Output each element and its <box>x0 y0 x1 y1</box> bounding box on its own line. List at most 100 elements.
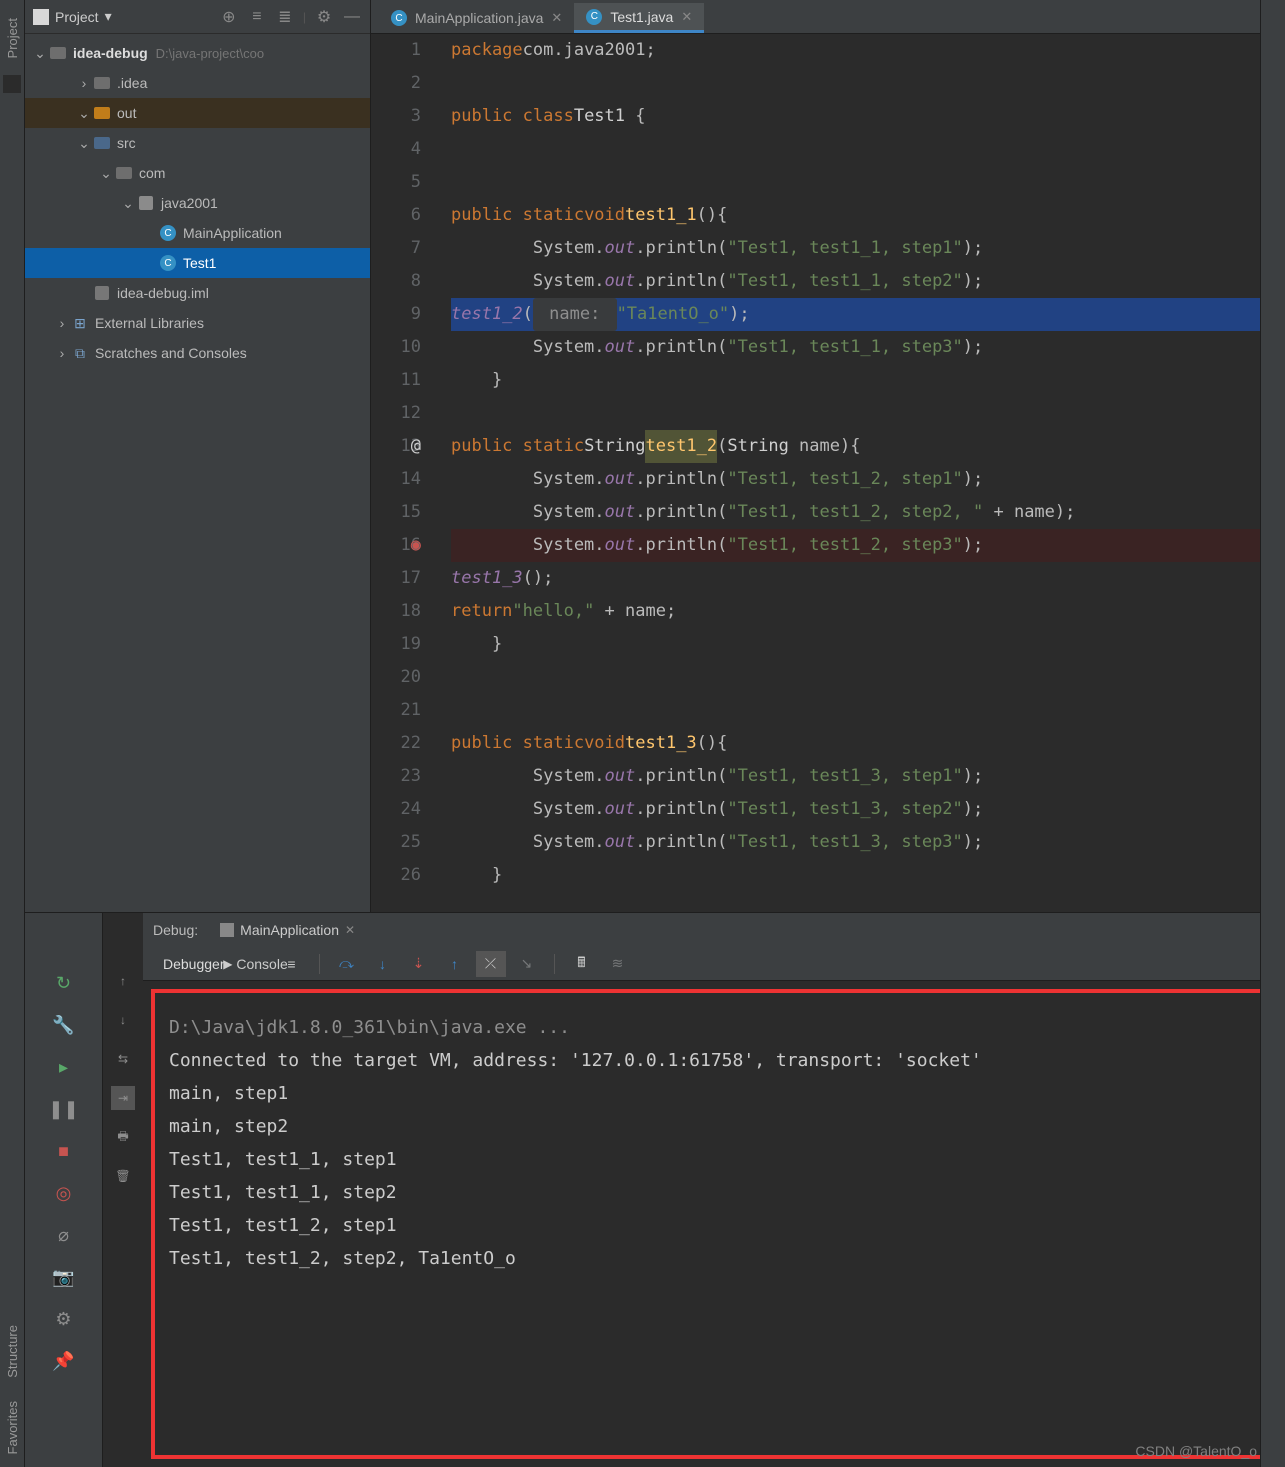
print-icon[interactable]: 🖶 <box>111 1125 135 1149</box>
tree-row[interactable]: CMainApplication <box>25 218 370 248</box>
code-line[interactable]: return "hello," + name; <box>451 595 1285 628</box>
console-line: Test1, test1_2, step1 <box>169 1209 1259 1242</box>
gutter[interactable]: 12345678910111213@141516◉171819202122232… <box>371 34 443 912</box>
step-over-icon[interactable]: ⤼ <box>332 951 362 977</box>
favorites-tab-button[interactable]: Favorites <box>3 1395 22 1463</box>
tree-root[interactable]: ⌄ idea-debug D:\java-project\coo <box>25 38 370 68</box>
hide-icon[interactable]: — <box>342 7 362 27</box>
code-line[interactable]: System.out.println("Test1, test1_2, step… <box>451 529 1285 562</box>
code-line[interactable]: public class Test1 { <box>451 100 1285 133</box>
code-line[interactable]: System.out.println("Test1, test1_2, step… <box>451 463 1285 496</box>
wrench-icon[interactable]: 🔧 <box>50 1011 78 1039</box>
tree-row[interactable]: idea-debug.iml <box>25 278 370 308</box>
console-line: Connected to the target VM, address: '12… <box>169 1044 1259 1077</box>
stop-icon[interactable]: ■ <box>50 1137 78 1165</box>
debug-panel: ↻ 🔧 ▸ ❚❚ ■ ◎ ⌀ 📷 ⚙ 📌 ↑ ↓ ⇆ ⇥ 🖶 🗑 Debug: … <box>25 912 1285 1467</box>
code-line[interactable]: System.out.println("Test1, test1_1, step… <box>451 331 1285 364</box>
close-icon[interactable]: ✕ <box>345 923 355 937</box>
tree-row[interactable]: ⌄java2001 <box>25 188 370 218</box>
debug-run-controls: ↻ 🔧 ▸ ❚❚ ■ ◎ ⌀ 📷 ⚙ 📌 <box>25 913 103 1467</box>
code-body[interactable]: package com.java2001; public class Test1 … <box>443 34 1285 912</box>
step-out-icon[interactable]: ↑ <box>440 951 470 977</box>
code-line[interactable]: System.out.println("Test1, test1_1, step… <box>451 232 1285 265</box>
code-line[interactable]: System.out.println("Test1, test1_3, step… <box>451 760 1285 793</box>
close-icon[interactable]: ✕ <box>681 9 692 25</box>
tree-row[interactable]: CTest1 <box>25 248 370 278</box>
chevron-down-icon: ▾ <box>105 8 112 25</box>
view-breakpoints-icon[interactable]: ◎ <box>50 1179 78 1207</box>
camera-icon[interactable]: 📷 <box>50 1263 78 1291</box>
code-area[interactable]: 12345678910111213@141516◉171819202122232… <box>371 34 1285 912</box>
project-tab-button[interactable]: Project <box>3 12 22 67</box>
threads-icon[interactable]: ≡ <box>277 951 307 977</box>
code-line[interactable]: public static void test1_1(){ <box>451 199 1285 232</box>
collapse-icon[interactable]: ≣ <box>275 7 295 27</box>
editor-tab[interactable]: CTest1.java✕ <box>574 3 704 33</box>
up-arrow-icon[interactable]: ↑ <box>111 969 135 993</box>
resume-icon[interactable]: ▸ <box>50 1053 78 1081</box>
debug-label: Debug: <box>153 922 198 938</box>
project-title: Project <box>55 9 99 25</box>
code-line[interactable] <box>451 67 1285 100</box>
code-line[interactable]: public static String test1_2(String name… <box>451 430 1285 463</box>
clear-icon[interactable]: 🗑 <box>111 1164 135 1188</box>
pause-icon[interactable]: ❚❚ <box>50 1095 78 1123</box>
tree-row[interactable]: ⌄out <box>25 98 370 128</box>
code-line[interactable]: System.out.println("Test1, test1_3, step… <box>451 793 1285 826</box>
force-step-into-icon[interactable]: ⇣ <box>404 951 434 977</box>
pin-icon[interactable]: 📌 <box>50 1347 78 1375</box>
code-line[interactable] <box>451 133 1285 166</box>
code-line[interactable]: } <box>451 364 1285 397</box>
file-stub-icon <box>3 75 21 93</box>
tree-row[interactable]: ›.idea <box>25 68 370 98</box>
soft-wrap-icon[interactable]: ⇥ <box>111 1086 135 1110</box>
code-line[interactable] <box>451 661 1285 694</box>
step-into-icon[interactable]: ↓ <box>368 951 398 977</box>
drop-frame-icon[interactable]: ⤫ <box>476 951 506 977</box>
filter-icon[interactable]: ⇆ <box>111 1047 135 1071</box>
close-icon[interactable]: ✕ <box>551 10 562 26</box>
code-line[interactable]: test1_3(); <box>451 562 1285 595</box>
evaluate-icon[interactable]: 🖩 <box>567 951 597 977</box>
tree-row[interactable]: ⌄src <box>25 128 370 158</box>
expand-icon[interactable]: ≡ <box>247 7 267 27</box>
run-to-cursor-icon[interactable]: ↘ <box>512 951 542 977</box>
gear-icon[interactable]: ⚙ <box>314 7 334 27</box>
trace-icon[interactable]: ≋ <box>603 951 633 977</box>
right-tool-strip <box>1260 0 1285 1467</box>
code-line[interactable]: } <box>451 628 1285 661</box>
console-line: main, step2 <box>169 1110 1259 1143</box>
project-tree[interactable]: ⌄ idea-debug D:\java-project\coo›.idea⌄o… <box>25 34 370 912</box>
console-line: main, step1 <box>169 1077 1259 1110</box>
tree-row[interactable]: ›⊞External Libraries <box>25 308 370 338</box>
code-line[interactable]: } <box>451 859 1285 892</box>
code-line[interactable]: System.out.println("Test1, test1_2, step… <box>451 496 1285 529</box>
down-arrow-icon[interactable]: ↓ <box>111 1008 135 1032</box>
code-line[interactable]: System.out.println("Test1, test1_1, step… <box>451 265 1285 298</box>
code-line[interactable]: package com.java2001; <box>451 34 1285 67</box>
watermark: CSDN @TalentO_o <box>1135 1443 1257 1459</box>
code-line[interactable] <box>451 166 1285 199</box>
code-line[interactable] <box>451 694 1285 727</box>
code-line[interactable]: public static void test1_3(){ <box>451 727 1285 760</box>
code-line[interactable]: test1_2( name: "Ta1entO_o"); <box>451 298 1285 331</box>
debug-run-tab[interactable]: MainApplication ✕ <box>212 918 363 942</box>
console-tab[interactable]: ▶ Console <box>241 951 271 977</box>
tree-row[interactable]: ›⧉Scratches and Consoles <box>25 338 370 368</box>
project-dropdown[interactable]: Project ▾ <box>33 8 112 25</box>
code-line[interactable] <box>451 397 1285 430</box>
rerun-icon[interactable]: ↻ <box>50 969 78 997</box>
debug-header: Debug: MainApplication ✕ <box>143 913 1285 947</box>
tree-row[interactable]: ⌄com <box>25 158 370 188</box>
structure-tab-button[interactable]: Structure <box>3 1319 22 1387</box>
console-line: Test1, test1_1, step2 <box>169 1176 1259 1209</box>
editor-tab[interactable]: CMainApplication.java✕ <box>379 3 574 33</box>
target-icon[interactable]: ⊕ <box>219 7 239 27</box>
console-line: Test1, test1_2, step2, Ta1entO_o <box>169 1242 1259 1275</box>
settings-icon[interactable]: ⚙ <box>50 1305 78 1333</box>
editor-tabs[interactable]: CMainApplication.java✕CTest1.java✕ <box>371 0 1285 34</box>
code-line[interactable]: System.out.println("Test1, test1_3, step… <box>451 826 1285 859</box>
console-output[interactable]: D:\Java\jdk1.8.0_361\bin\java.exe ...Con… <box>151 989 1277 1459</box>
mute-breakpoints-icon[interactable]: ⌀ <box>50 1221 78 1249</box>
console-line: D:\Java\jdk1.8.0_361\bin\java.exe ... <box>169 1011 1259 1044</box>
